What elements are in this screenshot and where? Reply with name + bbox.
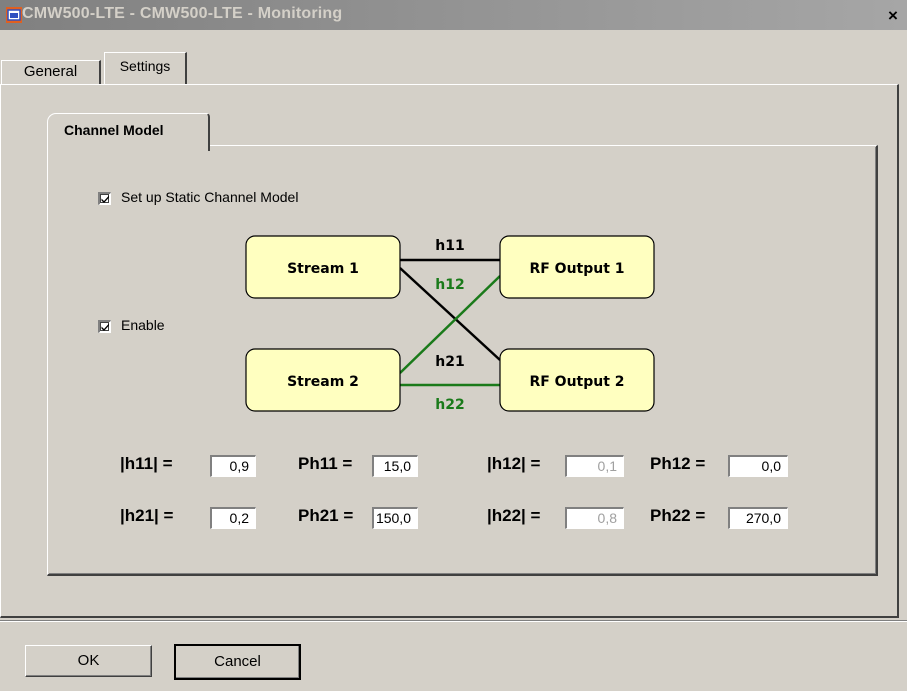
- ph21-label: Ph21 =: [298, 506, 354, 525]
- h12-label: h12: [435, 277, 464, 293]
- h21-magnitude-label: |h21| =: [120, 506, 174, 525]
- rf-output-1-node: RF Output 1: [499, 235, 655, 299]
- rf-output-1-label: RF Output 1: [529, 261, 624, 277]
- static-channel-model-label: Set up Static Channel Model: [121, 189, 299, 205]
- h21-magnitude-field[interactable]: 0,2: [210, 507, 256, 529]
- static-channel-model-checkbox[interactable]: [98, 192, 111, 205]
- app-icon: [6, 7, 22, 23]
- ph12-label: Ph12 =: [650, 454, 706, 473]
- window-title: CMW500-LTE - CMW500-LTE - Monitoring: [22, 5, 343, 22]
- ph22-field[interactable]: 270,0: [728, 507, 788, 529]
- footer-separator: [0, 620, 907, 622]
- enable-label: Enable: [121, 317, 165, 333]
- h22-magnitude-label: |h22| =: [487, 506, 541, 525]
- tab-channel-model[interactable]: Channel Model: [47, 113, 210, 151]
- h22-label: h22: [435, 397, 464, 413]
- stream-1-node: Stream 1: [245, 235, 401, 299]
- h12-magnitude-label: |h12| =: [487, 454, 541, 473]
- rf-output-2-label: RF Output 2: [529, 374, 624, 390]
- h11-magnitude-label: |h11| =: [120, 454, 173, 473]
- ph11-label: Ph11 =: [298, 454, 353, 473]
- rf-output-2-node: RF Output 2: [499, 348, 655, 412]
- h11-magnitude-field[interactable]: 0,9: [210, 455, 256, 477]
- stream-1-label: Stream 1: [287, 261, 359, 277]
- h11-label: h11: [435, 238, 464, 254]
- h12-magnitude-field[interactable]: 0,1: [565, 455, 624, 477]
- stream-2-node: Stream 2: [245, 348, 401, 412]
- checkmark-icon: [101, 323, 109, 331]
- ok-button[interactable]: OK: [25, 645, 152, 677]
- tab-general[interactable]: General: [1, 60, 101, 84]
- ph11-field[interactable]: 15,0: [372, 455, 418, 477]
- enable-checkbox[interactable]: [98, 320, 111, 333]
- cancel-button[interactable]: Cancel: [174, 644, 301, 680]
- ph21-field[interactable]: 150,0: [372, 507, 418, 529]
- ph12-field[interactable]: 0,0: [728, 455, 788, 477]
- checkmark-icon: [101, 195, 109, 203]
- stream-2-label: Stream 2: [287, 374, 359, 390]
- close-icon[interactable]: ×: [884, 7, 902, 24]
- channel-model-diagram: Stream 1 Stream 2 RF Output 1 RF Output …: [245, 235, 655, 413]
- tab-settings[interactable]: Settings: [104, 52, 187, 84]
- h22-magnitude-field[interactable]: 0,8: [565, 507, 624, 529]
- h21-label: h21: [435, 354, 464, 370]
- ph22-label: Ph22 =: [650, 506, 706, 525]
